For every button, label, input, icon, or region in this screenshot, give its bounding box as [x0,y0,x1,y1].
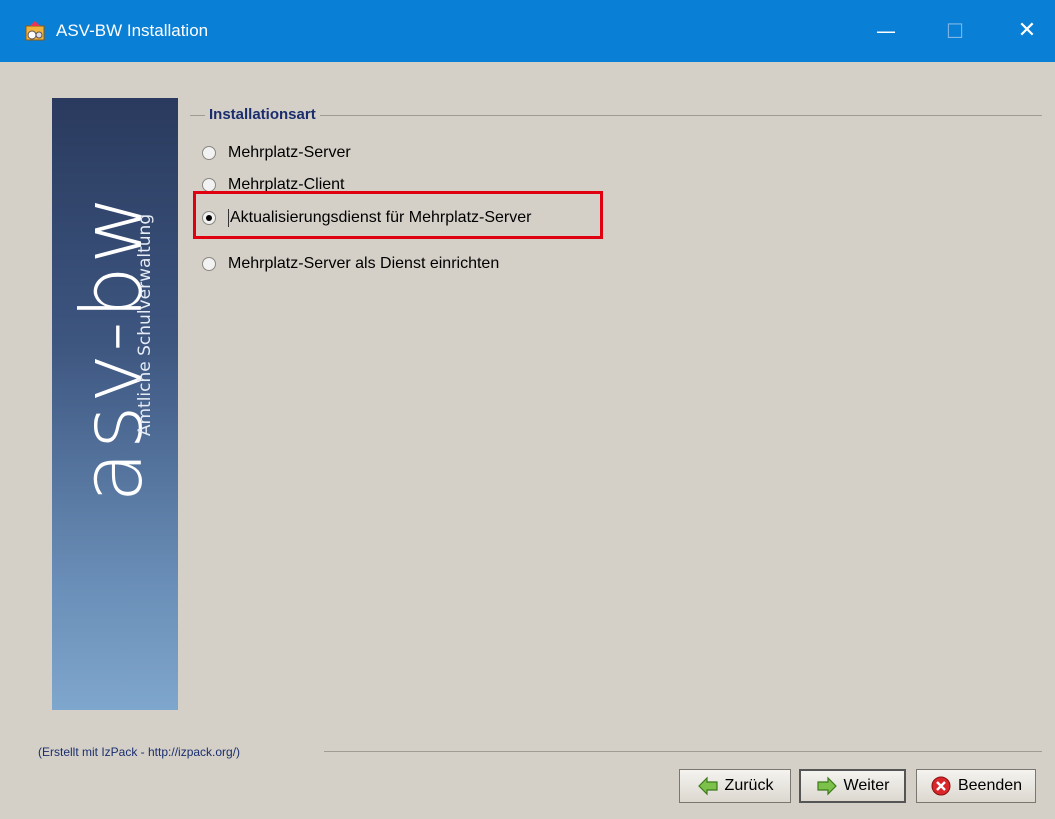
arrow-right-icon [816,776,837,796]
radio-label: Mehrplatz-Server [228,144,351,161]
minimize-icon[interactable]: — [866,14,906,48]
asv-bw-logo-panel: asv-bw Amtliche Schulverwaltung [52,98,178,710]
quit-button-label: Beenden [957,777,1023,794]
group-title: Installationsart [205,104,320,126]
cancel-icon [931,776,951,796]
arrow-left-icon [697,776,718,796]
radio-option-server-als-dienst[interactable]: Mehrplatz-Server als Dienst einrichten [202,252,499,276]
installer-app-icon [25,21,45,41]
radio-button[interactable] [202,178,216,192]
back-button-label: Zurück [724,777,774,794]
maximize-icon[interactable]: ☐ [935,14,975,48]
next-button[interactable]: Weiter [799,769,906,803]
red-highlight-annotation [193,191,603,239]
radio-option-mehrplatz-server[interactable]: Mehrplatz-Server [202,141,351,165]
footer-separator [324,751,1042,752]
close-icon[interactable]: ✕ [1007,14,1047,48]
next-button-label: Weiter [843,777,890,794]
back-button[interactable]: Zurück [679,769,791,803]
title-bar[interactable]: ASV-BW Installation — ☐ ✕ [0,0,1055,62]
radio-button[interactable] [202,257,216,271]
logo-subtitle: Amtliche Schulverwaltung [135,213,155,437]
radio-label: Mehrplatz-Server als Dienst einrichten [228,255,500,272]
izpack-credit: (Erstellt mit IzPack - http://izpack.org… [38,745,241,759]
window-title: ASV-BW Installation [56,21,209,40]
quit-button[interactable]: Beenden [916,769,1036,803]
radio-button[interactable] [202,146,216,160]
